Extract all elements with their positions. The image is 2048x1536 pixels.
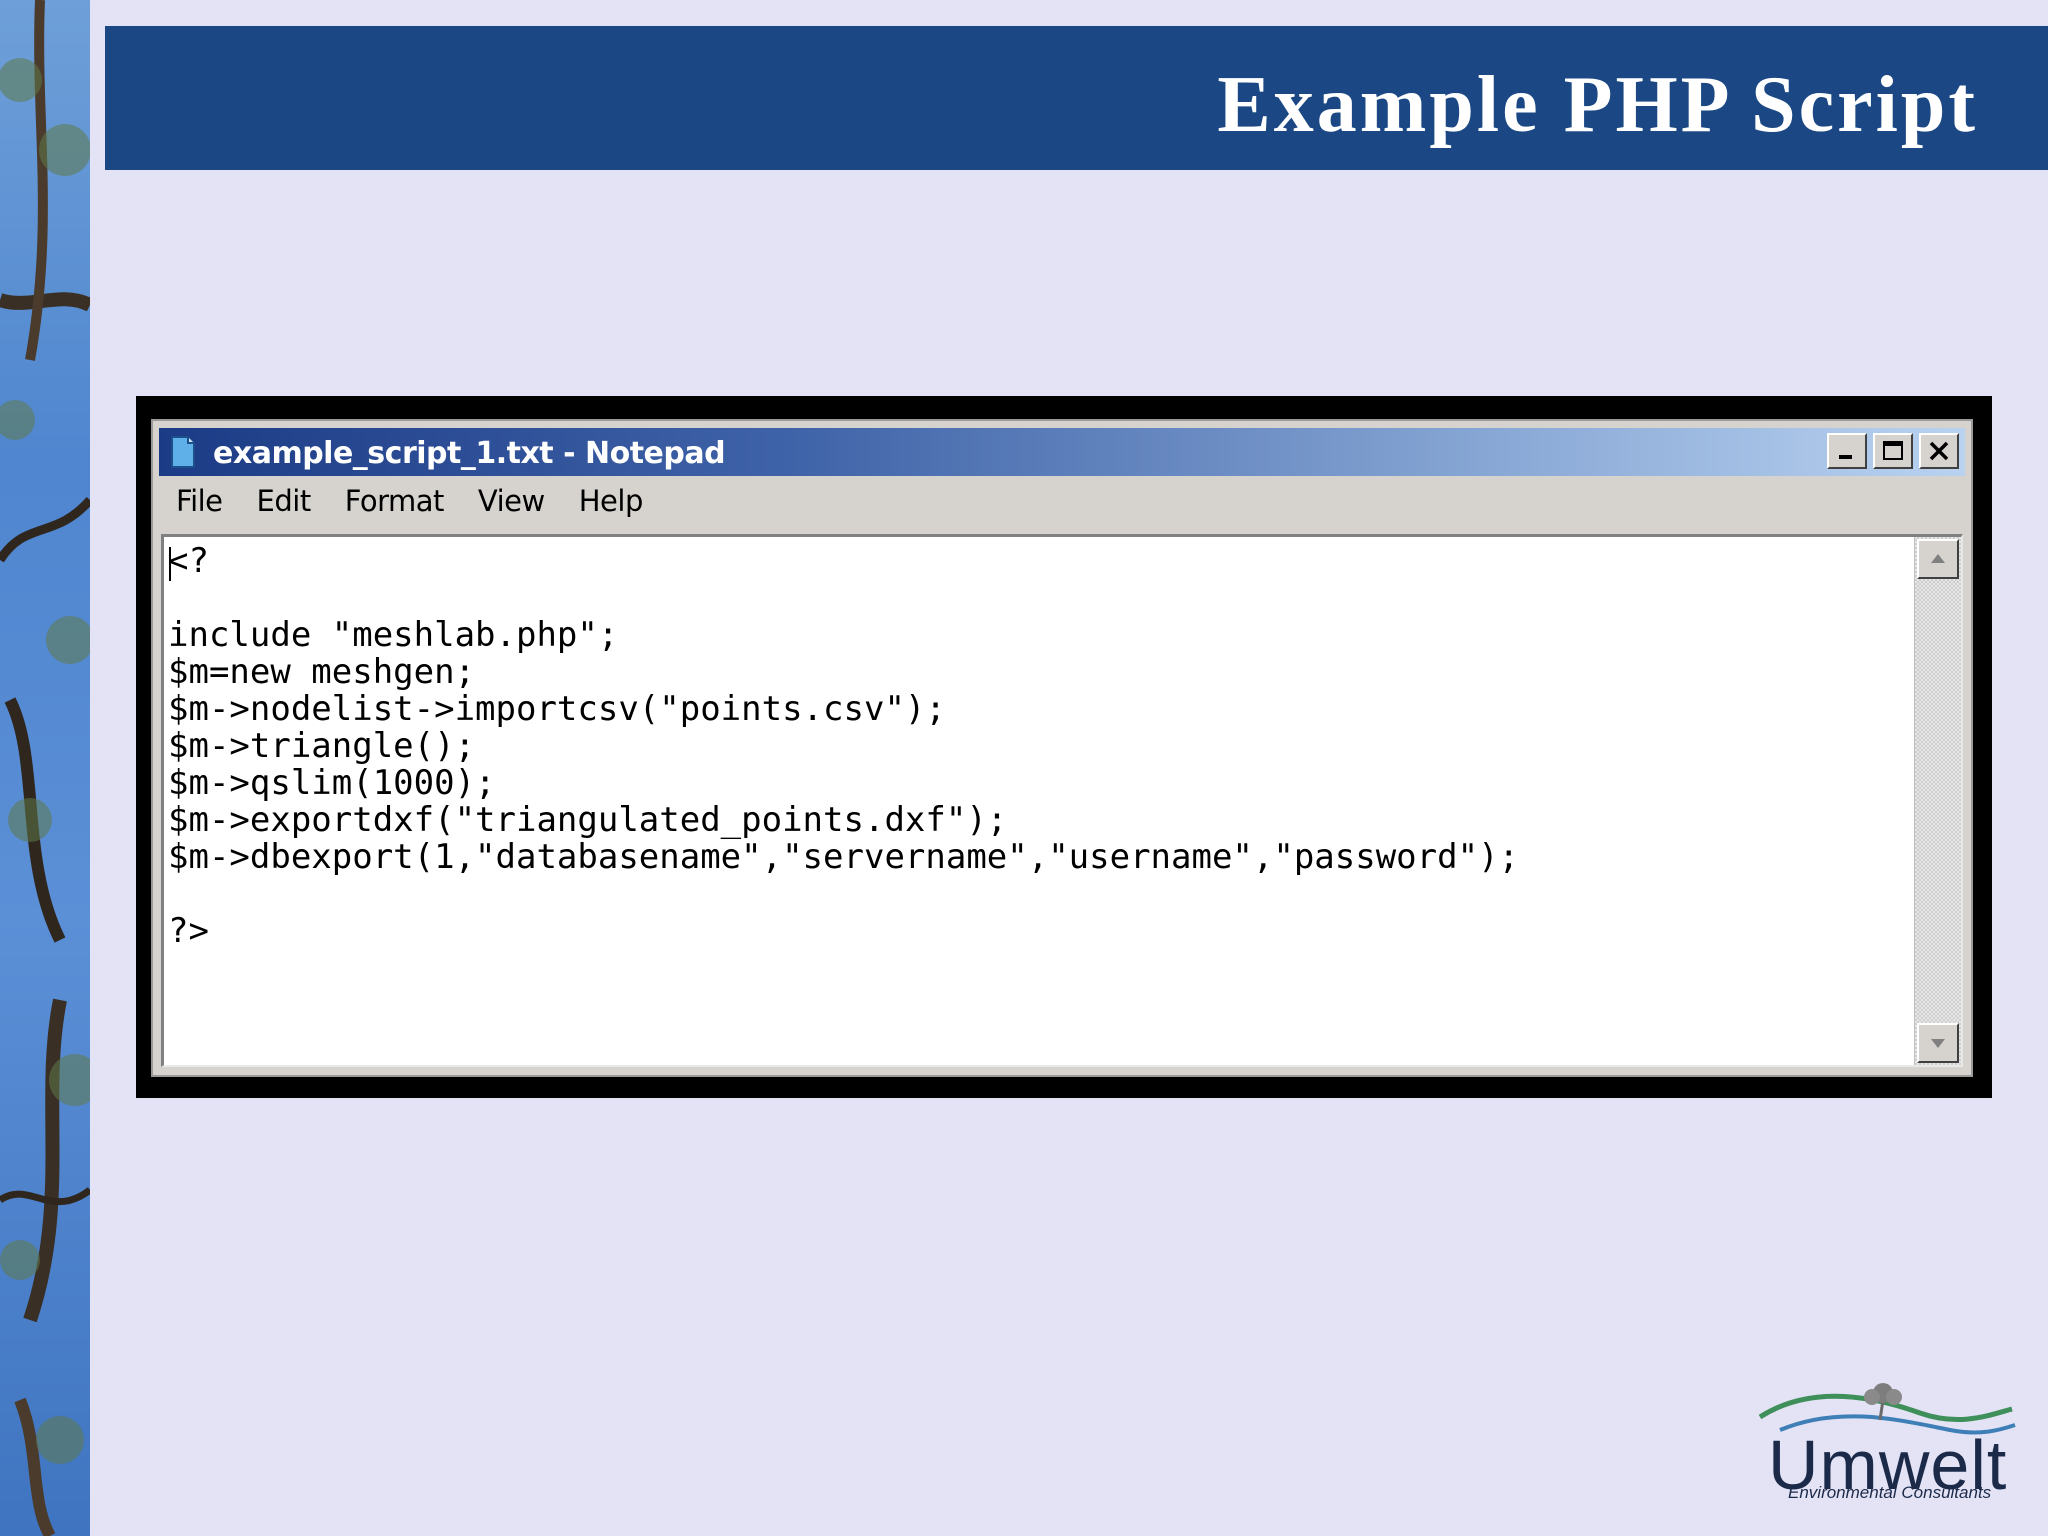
- scroll-up-button[interactable]: [1917, 539, 1959, 579]
- close-button[interactable]: [1919, 433, 1959, 469]
- notepad-menubar: File Edit Format View Help: [159, 479, 1965, 523]
- code-line: $m->dbexport(1,"databasename","servernam…: [168, 837, 1520, 877]
- menu-view[interactable]: View: [461, 484, 562, 518]
- minimize-button[interactable]: [1827, 433, 1867, 469]
- notepad-file-icon: [171, 436, 195, 468]
- scroll-down-button[interactable]: [1917, 1023, 1959, 1063]
- close-icon: [1929, 441, 1949, 461]
- code-line: $m->qslim(1000);: [168, 763, 496, 803]
- slide-title: Example PHP Script: [1217, 61, 1978, 149]
- minimize-icon: [1839, 455, 1852, 459]
- notepad-text-area[interactable]: <? include "meshlab.php"; $m=new meshgen; $…: [161, 534, 1963, 1067]
- scroll-down-arrow-icon: [1931, 1039, 1945, 1048]
- code-line: $m->nodelist->importcsv("points.csv");: [168, 689, 946, 729]
- code-content: <? include "meshlab.php"; $m=new meshgen; $…: [168, 543, 1911, 950]
- window-controls: [1827, 433, 1959, 469]
- code-line: $m=new meshgen;: [168, 652, 476, 692]
- scroll-up-arrow-icon: [1931, 554, 1945, 563]
- menu-help[interactable]: Help: [562, 484, 660, 518]
- code-line: include "meshlab.php";: [168, 615, 619, 655]
- code-line: <?: [168, 541, 209, 581]
- menu-edit[interactable]: Edit: [240, 484, 328, 518]
- vertical-scrollbar[interactable]: [1914, 537, 1961, 1065]
- code-line: ?>: [168, 911, 209, 951]
- menu-file[interactable]: File: [159, 484, 240, 518]
- side-photo-strip: [0, 0, 90, 1536]
- maximize-icon: [1883, 441, 1903, 460]
- notepad-window-title: example_script_1.txt - Notepad: [213, 436, 726, 471]
- notepad-window: example_script_1.txt - Notepad File Edit…: [151, 419, 1973, 1077]
- screenshot-frame: example_script_1.txt - Notepad File Edit…: [136, 396, 1992, 1098]
- menu-format[interactable]: Format: [328, 484, 461, 518]
- slide-title-bar: Example PHP Script: [105, 26, 2048, 170]
- logo-tagline: Environmental Consultants: [1788, 1483, 1992, 1502]
- tree-branches-image: [0, 0, 90, 1536]
- maximize-button[interactable]: [1873, 433, 1913, 469]
- notepad-titlebar[interactable]: example_script_1.txt - Notepad: [159, 428, 1965, 476]
- company-logo: Umwelt Environmental Consultants: [1750, 1375, 2020, 1515]
- code-line: $m->exportdxf("triangulated_points.dxf")…: [168, 800, 1008, 840]
- code-line: $m->triangle();: [168, 726, 476, 766]
